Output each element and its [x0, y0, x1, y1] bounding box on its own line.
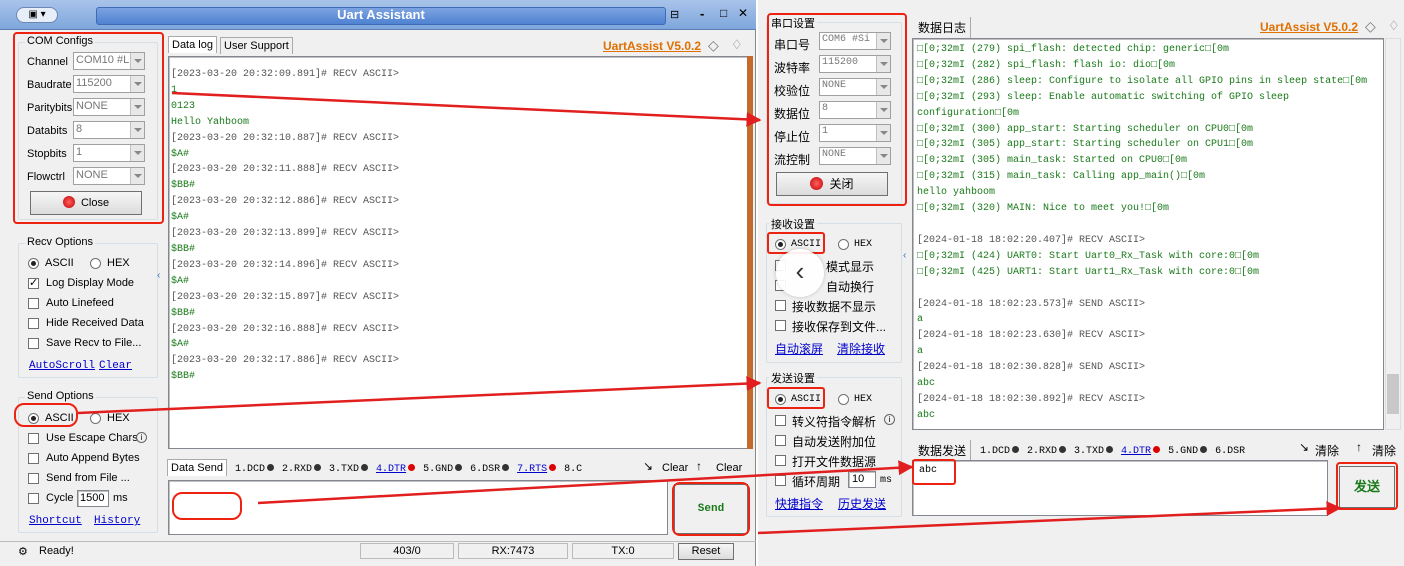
- arrow-input-to-input: [257, 460, 914, 505]
- arrow-send-to-send: [757, 501, 1342, 535]
- arrow-config-to-serial: [171, 91, 762, 127]
- annotation-arrows: [77, 91, 1342, 535]
- arrow-ascii-to-send-ascii: [77, 376, 762, 415]
